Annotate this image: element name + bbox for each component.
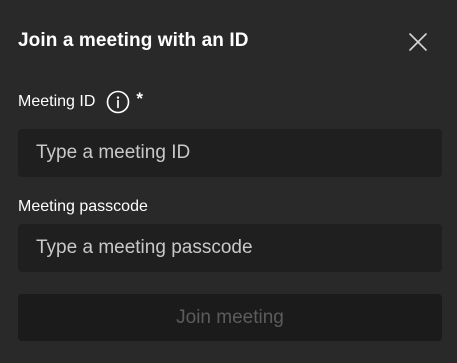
meeting-id-label-row: Meeting ID * (18, 89, 143, 115)
meeting-id-label: Meeting ID (18, 93, 96, 110)
close-icon (409, 33, 427, 51)
passcode-input[interactable] (18, 224, 442, 272)
join-meeting-button[interactable]: Join meeting (18, 294, 442, 341)
join-meeting-dialog: Join a meeting with an ID Meeting ID * M… (0, 0, 457, 363)
passcode-label: Meeting passcode (18, 198, 148, 215)
required-marker: * (136, 89, 143, 108)
meeting-id-input[interactable] (18, 129, 442, 177)
dialog-title: Join a meeting with an ID (18, 30, 249, 51)
info-icon[interactable] (106, 90, 130, 114)
passcode-label-row: Meeting passcode (18, 196, 148, 218)
close-button[interactable] (404, 28, 432, 56)
